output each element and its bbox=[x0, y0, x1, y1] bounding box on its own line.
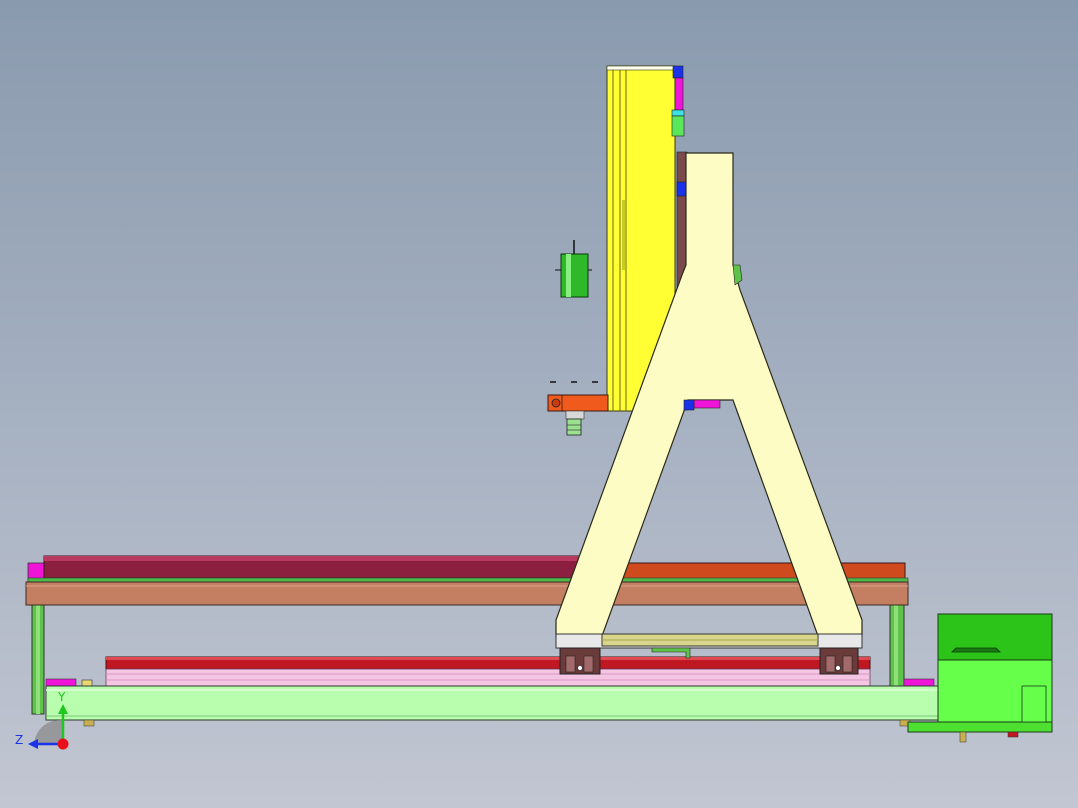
table-frame-bar bbox=[25, 581, 909, 606]
base-beam bbox=[45, 685, 1023, 721]
y-axis-label: Y bbox=[57, 690, 66, 704]
z-motor-cylinder bbox=[555, 240, 592, 298]
z-axis-label: Z bbox=[15, 733, 23, 747]
motor-housing bbox=[907, 613, 1053, 743]
x-axis-origin bbox=[57, 738, 69, 750]
spindle-collet bbox=[566, 418, 582, 436]
base-frame bbox=[25, 555, 1023, 727]
cad-viewport[interactable]: Y Z bbox=[0, 0, 1078, 808]
cnc-router-model: Y Z bbox=[15, 65, 1053, 750]
lower-rail-pink bbox=[105, 668, 871, 687]
upper-rail-orange bbox=[599, 562, 906, 580]
